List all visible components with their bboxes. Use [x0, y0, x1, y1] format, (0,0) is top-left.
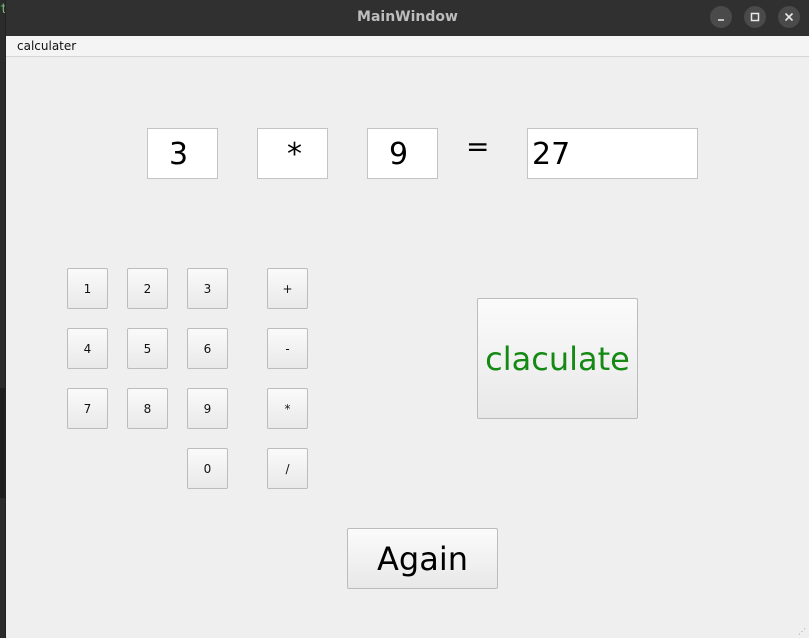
key-minus[interactable]: -: [267, 328, 308, 369]
key-5[interactable]: 5: [127, 328, 168, 369]
key-plus[interactable]: +: [267, 268, 308, 309]
operand1-field[interactable]: 3: [147, 128, 218, 179]
key-2[interactable]: 2: [127, 268, 168, 309]
main-window: MainWindow calculater 3 * 9 = 27 1 2 3 4…: [5, 0, 809, 638]
key-6[interactable]: 6: [187, 328, 228, 369]
key-multiply[interactable]: *: [267, 388, 308, 429]
key-4[interactable]: 4: [67, 328, 108, 369]
key-divide[interactable]: /: [267, 448, 308, 489]
again-button[interactable]: Again: [347, 528, 498, 589]
calculate-button[interactable]: claculate: [477, 298, 638, 419]
desktop: t MainWindow calculater 3 * 9 = 27 1 2 3…: [0, 0, 809, 638]
result-field[interactable]: 27: [527, 128, 698, 179]
title-bar[interactable]: MainWindow: [6, 0, 809, 36]
maximize-button[interactable]: [744, 6, 766, 28]
key-0[interactable]: 0: [187, 448, 228, 489]
maximize-icon: [750, 12, 760, 22]
operator-field[interactable]: *: [257, 128, 328, 179]
resize-grip-icon[interactable]: ⋰: [798, 627, 807, 636]
key-1[interactable]: 1: [67, 268, 108, 309]
key-9[interactable]: 9: [187, 388, 228, 429]
menu-item-calculater[interactable]: calculater: [17, 39, 76, 53]
close-button[interactable]: [778, 6, 800, 28]
minimize-button[interactable]: [710, 6, 732, 28]
menu-bar: calculater: [6, 36, 809, 57]
minimize-icon: [718, 19, 724, 21]
key-7[interactable]: 7: [67, 388, 108, 429]
operand2-field[interactable]: 9: [367, 128, 438, 179]
key-8[interactable]: 8: [127, 388, 168, 429]
key-3[interactable]: 3: [187, 268, 228, 309]
equals-sign: =: [466, 130, 490, 163]
window-title: MainWindow: [357, 9, 458, 25]
close-icon: [784, 12, 794, 22]
